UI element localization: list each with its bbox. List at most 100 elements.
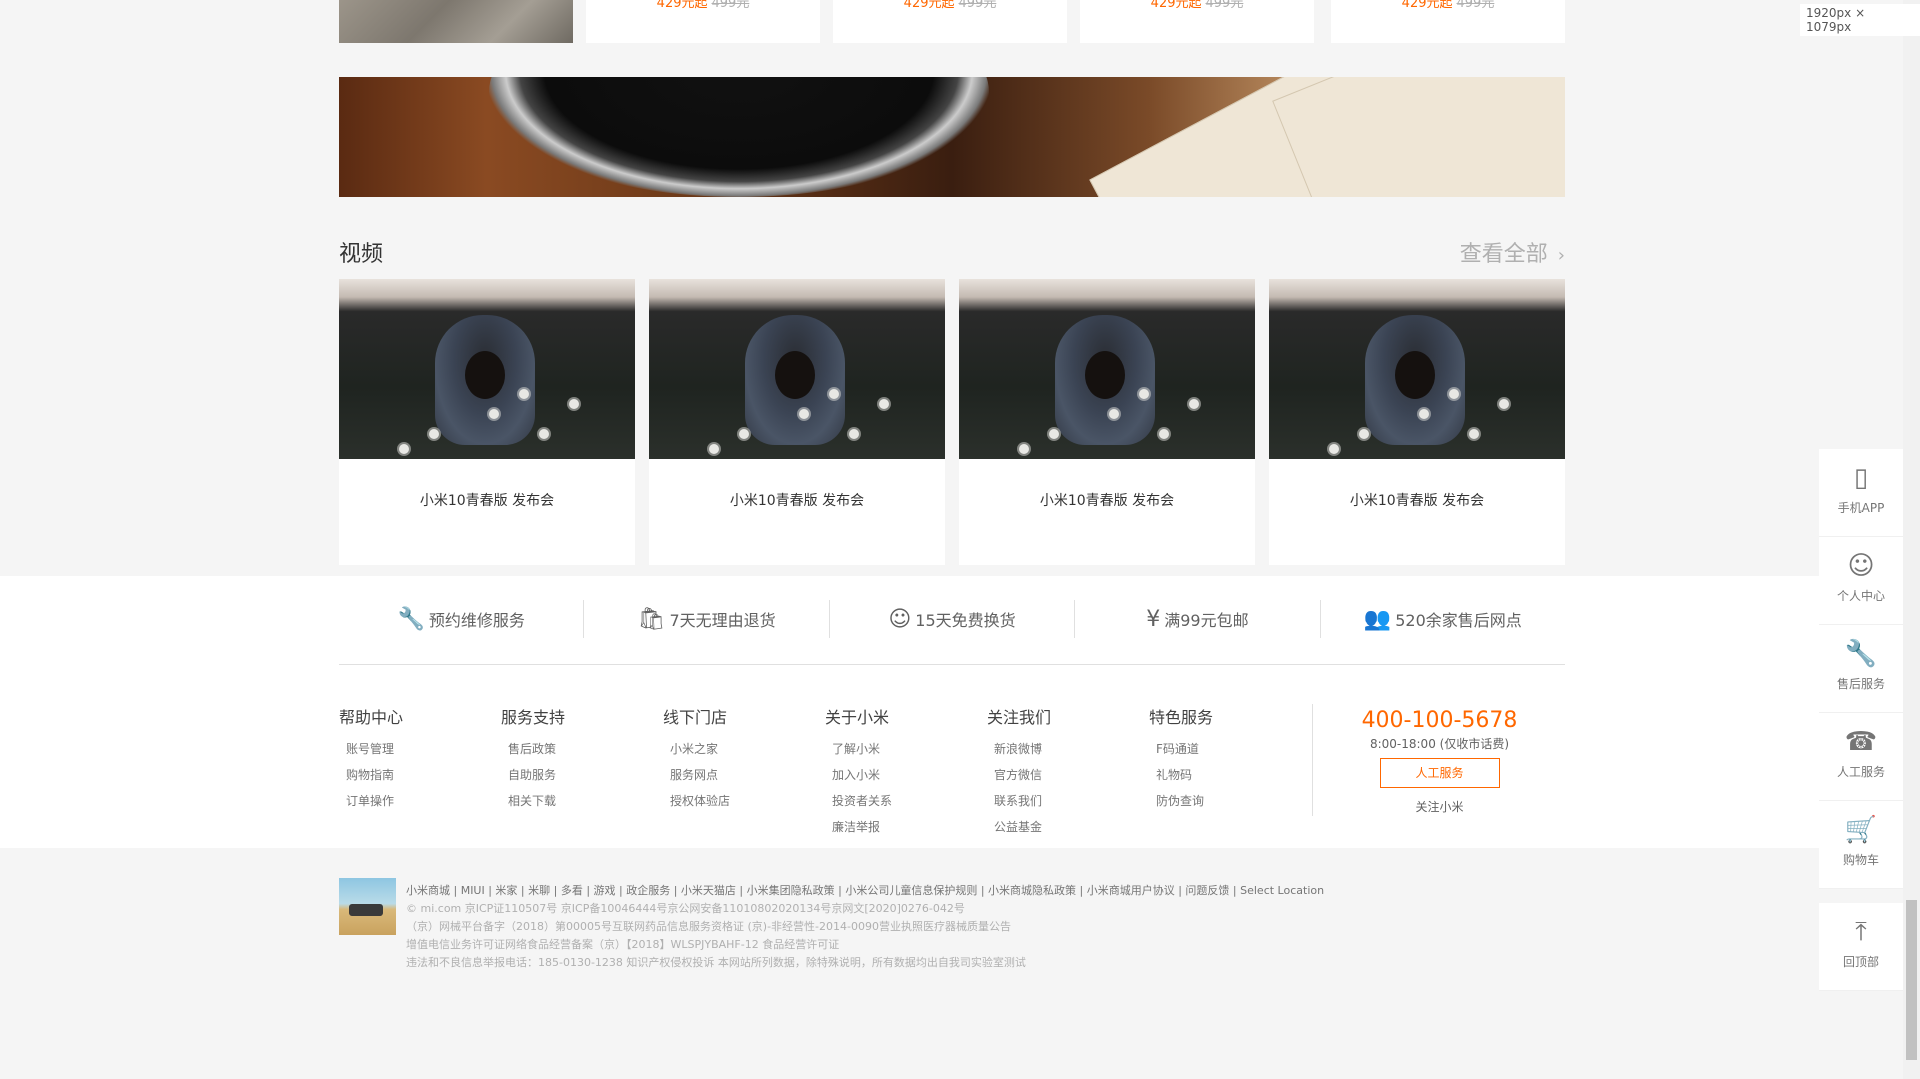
footer-link[interactable]: 廉洁举报: [825, 814, 965, 840]
hotline-hours: 8:00-18:00 (仅收市话费): [1369, 737, 1510, 751]
view-all-label: 查看全部: [1459, 242, 1548, 267]
back-to-top-button[interactable]: ⤒ 回顶部: [1819, 903, 1903, 991]
divider: [339, 664, 1565, 665]
product-original-price: 499元: [1456, 0, 1495, 11]
footer-link[interactable]: 防伪查询: [1149, 788, 1289, 814]
video-title: 小米10青春版 发布会: [1039, 493, 1175, 509]
sidebar-label: 购物车: [1842, 853, 1879, 867]
footer-column-about: 关于小米 了解小米 加入小米 投资者关系 廉洁举报: [825, 704, 965, 840]
footer-link[interactable]: 授权体验店: [663, 788, 803, 814]
video-thumbnail: [649, 279, 945, 459]
people-icon: 👥: [1363, 606, 1392, 632]
footer-link[interactable]: 了解小米: [825, 736, 965, 762]
sidebar-cart[interactable]: 🛒 购物车: [1819, 801, 1903, 889]
legal-line: （京）网械平台备字（2018）第00005号互联网药品信息服务资格证 (京)-非…: [406, 920, 1011, 933]
sidebar-customer-service[interactable]: ☎ 人工服务: [1819, 713, 1903, 801]
customer-service-button[interactable]: 人工服务: [1379, 758, 1500, 788]
product-original-price: 499元: [1205, 0, 1244, 11]
footer-logo-image: [339, 878, 396, 935]
footer-column-support: 服务支持 售后政策 自助服务 相关下载: [501, 704, 641, 814]
cart-icon: 🛒: [1844, 815, 1878, 845]
service-exchange[interactable]: ☺ 15天免费换货: [828, 600, 1074, 638]
video-section-title: 视频: [339, 242, 384, 267]
video-card[interactable]: 小米10青春版 发布会: [649, 279, 945, 565]
video-card[interactable]: 小米10青春版 发布会: [339, 279, 635, 565]
video-thumbnail: [1269, 279, 1565, 459]
view-all-link[interactable]: 查看全部 ›: [1460, 236, 1565, 268]
product-row: 429元起 499元 429元起 499元 429元起 499元 429元起 499元: [339, 0, 1565, 43]
wrench-icon: 🔧: [397, 606, 425, 632]
footer-link[interactable]: F码通道: [1149, 736, 1289, 762]
footer-column-follow: 关注我们 新浪微博 官方微信 联系我们 公益基金: [987, 704, 1127, 840]
sidebar-after-sales[interactable]: 🔧 售后服务: [1819, 625, 1903, 713]
footer-link[interactable]: 服务网点: [663, 762, 803, 788]
hotline-number: 400-100-5678: [1361, 708, 1518, 733]
wrench-icon: 🔧: [1844, 639, 1878, 669]
product-original-price: 499元: [711, 0, 750, 11]
footer-link[interactable]: 礼物码: [1149, 762, 1289, 788]
footer-link[interactable]: 购物指南: [339, 762, 479, 788]
footer-column-stores: 线下门店 小米之家 服务网点 授权体验店: [663, 704, 803, 814]
footer-link[interactable]: 投资者关系: [825, 788, 965, 814]
chevron-right-icon: ›: [1557, 245, 1565, 266]
product-price: 429元起: [656, 0, 708, 11]
viewport-size-badge: 1920px × 1079px: [1800, 4, 1920, 36]
footer-column-title: 帮助中心: [339, 708, 404, 727]
footer-link[interactable]: 小米之家: [663, 736, 803, 762]
service-label: 520余家售后网点: [1395, 611, 1522, 630]
service-label: 15天免费换货: [915, 611, 1016, 630]
sidebar-label: 手机APP: [1837, 501, 1885, 515]
footer-column-title: 服务支持: [501, 708, 566, 727]
sidebar-label: 售后服务: [1836, 677, 1885, 691]
footer-column-title: 关于小米: [825, 708, 890, 727]
coffee-cup-image: [489, 77, 989, 197]
legal-line: 增值电信业务许可证网络食品经营备案（京）【2018】WLSPJYBAHF-12 …: [406, 938, 840, 951]
footer-link[interactable]: 联系我们: [987, 788, 1127, 814]
service-shipping[interactable]: ¥ 满99元包邮: [1074, 600, 1319, 638]
product-original-price: 499元: [958, 0, 997, 11]
arrow-up-icon: ⤒: [1855, 917, 1867, 947]
footer-column-title: 关注我们: [987, 708, 1052, 727]
product-card[interactable]: 429元起 499元: [1080, 0, 1314, 43]
video-title: 小米10青春版 发布会: [1349, 493, 1485, 509]
service-label: 满99元包邮: [1164, 611, 1249, 630]
sidebar-user-center[interactable]: ☺ 个人中心: [1819, 537, 1903, 625]
promo-banner[interactable]: [339, 77, 1565, 197]
page-scrollbar[interactable]: [1903, 0, 1920, 1079]
footer-link[interactable]: 订单操作: [339, 788, 479, 814]
product-promo-image[interactable]: [339, 0, 573, 43]
headset-icon: ☎: [1844, 727, 1878, 757]
footer-link[interactable]: 公益基金: [987, 814, 1127, 840]
footer-column-title: 特色服务: [1149, 708, 1214, 727]
service-return[interactable]: 🛍 7天无理由退货: [583, 600, 828, 638]
footer-link[interactable]: 官方微信: [987, 762, 1127, 788]
sidebar-label: 人工服务: [1836, 765, 1885, 779]
footer-link[interactable]: 账号管理: [339, 736, 479, 762]
bottom-links[interactable]: 小米商城 | MIUI | 米家 | 米聊 | 多看 | 游戏 | 政企服务 |…: [406, 882, 1324, 900]
video-title: 小米10青春版 发布会: [729, 493, 865, 509]
contact-panel: 400-100-5678 8:00-18:00 (仅收市话费) 人工服务 关注小…: [1312, 704, 1566, 816]
video-card[interactable]: 小米10青春版 发布会: [1269, 279, 1565, 565]
footer-link[interactable]: 自助服务: [501, 762, 641, 788]
product-card[interactable]: 429元起 499元: [1331, 0, 1565, 43]
footer-link[interactable]: 加入小米: [825, 762, 965, 788]
smile-icon: ☺: [888, 606, 912, 632]
follow-xiaomi-link[interactable]: 关注小米: [1313, 798, 1566, 815]
scrollbar-thumb[interactable]: [1906, 900, 1917, 1060]
service-label: 7天无理由退货: [669, 611, 776, 630]
service-label: 预约维修服务: [428, 611, 525, 630]
service-locations[interactable]: 👥 520余家售后网点: [1319, 600, 1565, 638]
footer-column-special: 特色服务 F码通道 礼物码 防伪查询: [1149, 704, 1289, 814]
footer-link[interactable]: 新浪微博: [987, 736, 1127, 762]
sidebar-app[interactable]: ▯ 手机APP: [1819, 449, 1903, 537]
user-icon: ☺: [1847, 551, 1875, 581]
footer-link[interactable]: 售后政策: [501, 736, 641, 762]
product-card[interactable]: 429元起 499元: [833, 0, 1067, 43]
footer-link[interactable]: 相关下载: [501, 788, 641, 814]
sidebar-label: 个人中心: [1836, 589, 1885, 603]
right-sidebar: ▯ 手机APP ☺ 个人中心 🔧 售后服务 ☎ 人工服务 🛒 购物车 ⤒ 回顶部: [1819, 449, 1903, 991]
service-repair[interactable]: 🔧 预约维修服务: [339, 600, 583, 638]
service-bar: 🔧 预约维修服务 🛍 7天无理由退货 ☺ 15天免费换货 ¥ 满99元包邮 👥 520余家…: [339, 600, 1565, 640]
video-card[interactable]: 小米10青春版 发布会: [959, 279, 1255, 565]
product-card[interactable]: 429元起 499元: [586, 0, 820, 43]
